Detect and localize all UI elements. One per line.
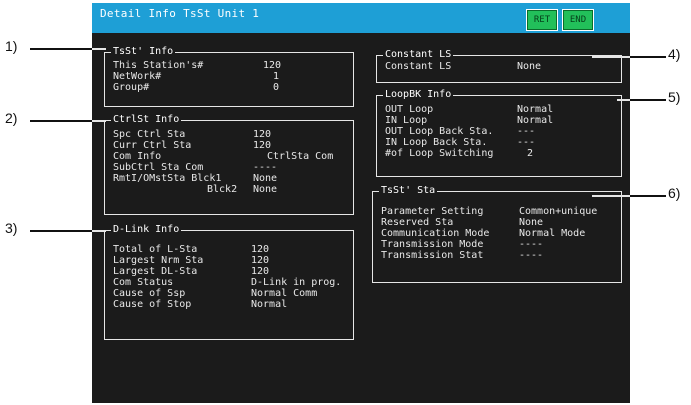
callout-5: 5)	[668, 89, 681, 105]
loopbk-info-value: 2	[527, 148, 534, 159]
dlink-info-value: Normal Comm	[251, 288, 318, 299]
tsst-sta-label: Parameter Setting	[381, 206, 484, 217]
tsst-sta-value: ----	[519, 250, 544, 261]
ctrlst-info-label: SubCtrl Sta Com	[113, 162, 204, 173]
loopbk-info-label: OUT Loop Back Sta.	[385, 126, 494, 137]
dlink-info-title: D-Link Info	[111, 223, 182, 237]
window-title: Detail Info TsSt Unit 1	[100, 7, 260, 20]
tsst-sta-label: Transmission Mode	[381, 239, 484, 250]
ctrlst-info-title: CtrlSt Info	[111, 113, 182, 127]
tsst-sta-panel: TsSt' Sta Parameter Setting Common+uniqu…	[372, 184, 622, 283]
tsst-sta-label: Communication Mode	[381, 228, 490, 239]
loopbk-info-title: LoopBK Info	[383, 88, 454, 102]
ctrlst-info-value: 120	[253, 129, 272, 140]
loopbk-info-label: #of Loop Switching	[385, 148, 494, 159]
ctrlst-info-label: Spc Ctrl Sta	[113, 129, 186, 140]
tsst-info-value: 1	[273, 71, 280, 82]
loopbk-info-panel: LoopBK Info OUT Loop Normal IN Loop Norm…	[376, 88, 622, 177]
dlink-info-label: Largest Nrm Sta	[113, 255, 204, 266]
tsst-sta-value: Common+unique	[519, 206, 598, 217]
tsst-sta-value: None	[519, 217, 544, 228]
dlink-info-value: Normal	[251, 299, 288, 310]
ctrlst-info-value: 120	[253, 140, 272, 151]
constant-ls-value: None	[517, 61, 542, 72]
ctrlst-info-panel: CtrlSt Info Spc Ctrl Sta 120 Curr Ctrl S…	[104, 113, 354, 215]
end-button[interactable]: END	[562, 9, 594, 31]
dlink-info-value: D-Link in prog.	[251, 277, 342, 288]
callout-line-1-inner	[92, 48, 106, 50]
dlink-info-value: 120	[251, 244, 270, 255]
constant-ls-label: Constant LS	[385, 61, 452, 72]
tsst-info-label: Group#	[113, 82, 150, 93]
callout-line-6	[630, 195, 666, 197]
loopbk-info-label: OUT Loop	[385, 104, 434, 115]
callout-line-2	[30, 120, 92, 122]
loopbk-info-value: ---	[517, 126, 536, 137]
loopbk-info-value: Normal	[517, 104, 554, 115]
ctrlst-info-label: RmtI/OMstSta Blck1	[113, 173, 222, 184]
loopbk-info-label: IN Loop	[385, 115, 428, 126]
loopbk-info-label: IN Loop Back Sta.	[385, 137, 488, 148]
dlink-info-label: Total of L-Sta	[113, 244, 198, 255]
constant-ls-title: Constant LS	[383, 48, 454, 62]
callout-1: 1)	[5, 38, 18, 54]
dlink-info-label: Com Status	[113, 277, 174, 288]
tsst-sta-title: TsSt' Sta	[379, 184, 438, 198]
title-bar: Detail Info TsSt Unit 1 RET END	[92, 3, 630, 33]
tsst-info-label: NetWork#	[113, 71, 162, 82]
ctrlst-info-value: None	[253, 184, 278, 195]
tsst-info-value: 120	[263, 60, 282, 71]
constant-ls-panel: Constant LS Constant LS None	[376, 48, 622, 83]
ctrlst-info-label: Com Info	[113, 151, 162, 162]
loopbk-info-value: Normal	[517, 115, 554, 126]
callout-line-5	[630, 99, 666, 101]
tsst-sta-value: Normal Mode	[519, 228, 586, 239]
detail-info-screen: Detail Info TsSt Unit 1 RET END TsSt' In…	[92, 3, 630, 403]
ctrlst-info-label: Curr Ctrl Sta	[113, 140, 192, 151]
callout-6: 6)	[668, 185, 681, 201]
callout-4: 4)	[668, 46, 681, 62]
tsst-info-label: This Station's#	[113, 60, 204, 71]
callout-line-1	[30, 48, 92, 50]
ret-button[interactable]: RET	[526, 9, 558, 31]
callout-3: 3)	[5, 220, 18, 236]
tsst-info-value: 0	[273, 82, 280, 93]
ctrlst-info-value: None	[253, 173, 278, 184]
loopbk-info-value: ---	[517, 137, 536, 148]
ctrlst-info-label: Blck2	[207, 184, 238, 195]
dlink-info-value: 120	[251, 266, 270, 277]
tsst-info-title: TsSt' Info	[111, 45, 176, 59]
dlink-info-label: Cause of Ssp	[113, 288, 186, 299]
tsst-sta-label: Transmission Stat	[381, 250, 484, 261]
callout-2: 2)	[5, 110, 18, 126]
tsst-info-panel: TsSt' Info This Station's# 120 NetWork# …	[104, 45, 354, 107]
callout-line-4	[630, 56, 666, 58]
callout-line-3	[30, 230, 92, 232]
tsst-sta-label: Reserved Sta	[381, 217, 454, 228]
ctrlst-info-value: ----	[253, 162, 278, 173]
ctrlst-info-value: CtrlSta Com	[267, 151, 334, 162]
dlink-info-label: Cause of Stop	[113, 299, 192, 310]
tsst-sta-value: ----	[519, 239, 544, 250]
dlink-info-value: 120	[251, 255, 270, 266]
dlink-info-label: Largest DL-Sta	[113, 266, 198, 277]
dlink-info-panel: D-Link Info Total of L-Sta 120 Largest N…	[104, 223, 354, 340]
